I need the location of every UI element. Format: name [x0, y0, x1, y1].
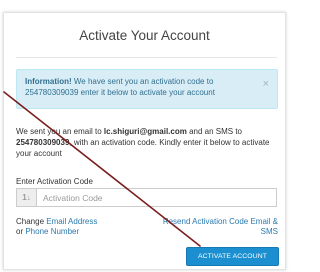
change-contact-links: Change Email Address or Phone Number [16, 217, 136, 237]
activation-card: Activate Your Account Information! We ha… [3, 12, 286, 270]
or-text: or [16, 227, 26, 236]
activate-account-button[interactable]: ACTIVATE ACCOUNT [186, 247, 279, 266]
screen: Activate Your Account Information! We ha… [0, 0, 291, 272]
activation-code-group: 1↓ [16, 188, 277, 207]
resend-code-link[interactable]: Resend Activation Code Email & SMS [163, 217, 278, 236]
change-email-link[interactable]: Email Address [46, 217, 97, 226]
change-phone-link[interactable]: Phone Number [25, 227, 79, 236]
alert-heading: Information! [25, 77, 72, 86]
message-email: lc.shiguri@gmail.com [103, 127, 187, 136]
message-part1: We sent you an email to [16, 127, 104, 136]
instruction-message: We sent you an email to lc.shiguri@gmail… [16, 126, 282, 159]
activation-code-label: Enter Activation Code [16, 177, 93, 186]
page-title: Activate Your Account [79, 28, 210, 43]
message-part2: and an SMS to [186, 127, 242, 136]
divider [16, 57, 277, 58]
close-icon[interactable]: × [263, 79, 269, 90]
resend-container: Resend Activation Code Email & SMS [148, 217, 278, 237]
message-phone: 254780309039 [16, 138, 70, 147]
sort-numeric-icon: 1↓ [16, 188, 36, 207]
activation-code-input[interactable] [36, 188, 277, 207]
change-prefix: Change [16, 217, 47, 226]
info-alert: Information! We have sent you an activat… [16, 69, 278, 109]
